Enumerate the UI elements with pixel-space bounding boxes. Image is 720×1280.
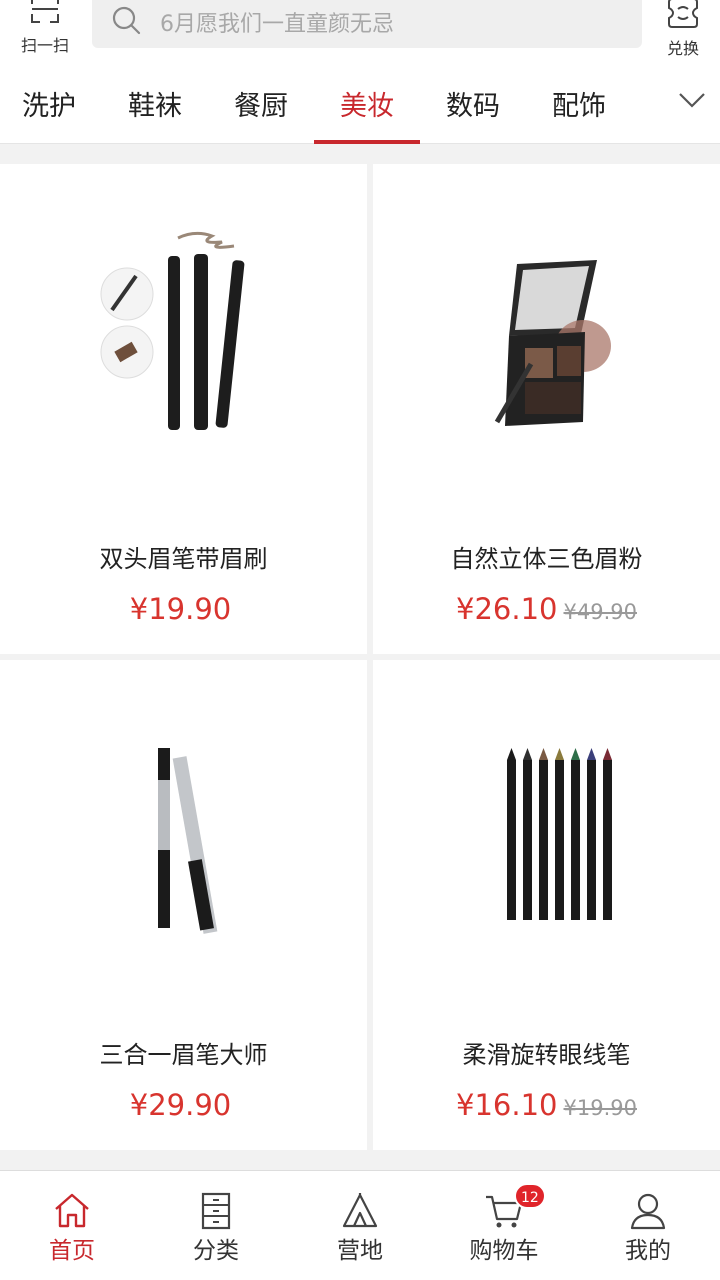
exchange-label: 兑换: [666, 39, 699, 58]
product-original-price: ¥49.90: [563, 600, 637, 624]
product-card[interactable]: 双头眉笔带眉刷 ¥19.90: [0, 164, 367, 654]
nav-category[interactable]: 分类: [144, 1171, 288, 1280]
scan-button[interactable]: 扫一扫: [12, 0, 78, 60]
tent-icon: [342, 1193, 378, 1228]
product-card[interactable]: 自然立体三色眉粉 ¥26.10 ¥49.90: [373, 164, 720, 654]
product-price: ¥16.10: [456, 1088, 558, 1122]
eyebrow-pencil-image: [100, 231, 245, 430]
search-placeholder: 6月愿我们一直童颜无忌: [160, 12, 394, 37]
product-name: 三合一眉笔大师: [99, 1041, 268, 1069]
product-name: 双头眉笔带眉刷: [99, 545, 268, 573]
nav-profile[interactable]: 我的: [576, 1171, 720, 1280]
exchange-icon: [668, 0, 698, 28]
product-price: ¥29.90: [129, 1088, 232, 1122]
nav-label: 购物车: [469, 1238, 539, 1264]
bottom-nav: 首页 分类 营地 12 购物车 我的: [0, 1170, 720, 1280]
user-icon: [630, 1193, 666, 1230]
nav-label: 营地: [337, 1238, 383, 1264]
scan-icon: [31, 0, 59, 23]
product-prices: ¥16.10 ¥19.90: [373, 1088, 720, 1122]
chevron-down-icon[interactable]: [678, 90, 706, 110]
brow-pencil-master-image: [158, 748, 218, 934]
app-page: 扫一扫 6月愿我们一直童颜无忌 兑换 洗护 鞋袜 餐厨 美妆 数码 配饰 双头眉…: [0, 0, 720, 1280]
scan-label: 扫一扫: [20, 36, 69, 55]
tab-shoes-socks[interactable]: 鞋袜: [128, 84, 182, 123]
search-input[interactable]: 6月愿我们一直童颜无忌: [92, 0, 642, 48]
nav-label: 我的: [625, 1238, 671, 1264]
product-original-price: ¥19.90: [563, 1096, 637, 1120]
tab-beauty[interactable]: 美妆: [340, 84, 394, 123]
top-bar: 扫一扫 6月愿我们一直童颜无忌 兑换: [0, 0, 720, 64]
product-card[interactable]: 柔滑旋转眼线笔 ¥16.10 ¥19.90: [373, 660, 720, 1150]
product-prices: ¥26.10 ¥49.90: [373, 592, 720, 626]
category-icon: [201, 1192, 231, 1230]
tab-care[interactable]: 洗护: [22, 84, 76, 123]
product-name: 柔滑旋转眼线笔: [462, 1041, 631, 1069]
nav-label: 分类: [193, 1238, 239, 1264]
tab-digital[interactable]: 数码: [446, 84, 500, 123]
nav-label: 首页: [49, 1238, 95, 1264]
product-price: ¥19.90: [129, 592, 232, 626]
search-icon: [112, 6, 141, 35]
tab-accessories[interactable]: 配饰: [552, 84, 606, 123]
active-tab-indicator: [314, 140, 420, 144]
category-tabs: 洗护 鞋袜 餐厨 美妆 数码 配饰: [0, 64, 720, 144]
product-price: ¥26.10: [456, 592, 558, 626]
product-prices: ¥29.90: [0, 1088, 367, 1122]
product-name: 自然立体三色眉粉: [450, 545, 643, 573]
eyeliner-set-image: [507, 748, 612, 920]
home-icon: [55, 1193, 89, 1228]
nav-home[interactable]: 首页: [0, 1171, 144, 1280]
eyebrow-powder-image: [494, 260, 611, 426]
cart-badge: 12: [514, 1183, 546, 1209]
nav-camp[interactable]: 营地: [288, 1171, 432, 1280]
nav-cart[interactable]: 12 购物车: [432, 1171, 576, 1280]
exchange-button[interactable]: 兑换: [654, 0, 712, 60]
product-card[interactable]: 三合一眉笔大师 ¥29.90: [0, 660, 367, 1150]
tab-kitchen[interactable]: 餐厨: [234, 84, 288, 123]
product-prices: ¥19.90: [0, 592, 367, 626]
